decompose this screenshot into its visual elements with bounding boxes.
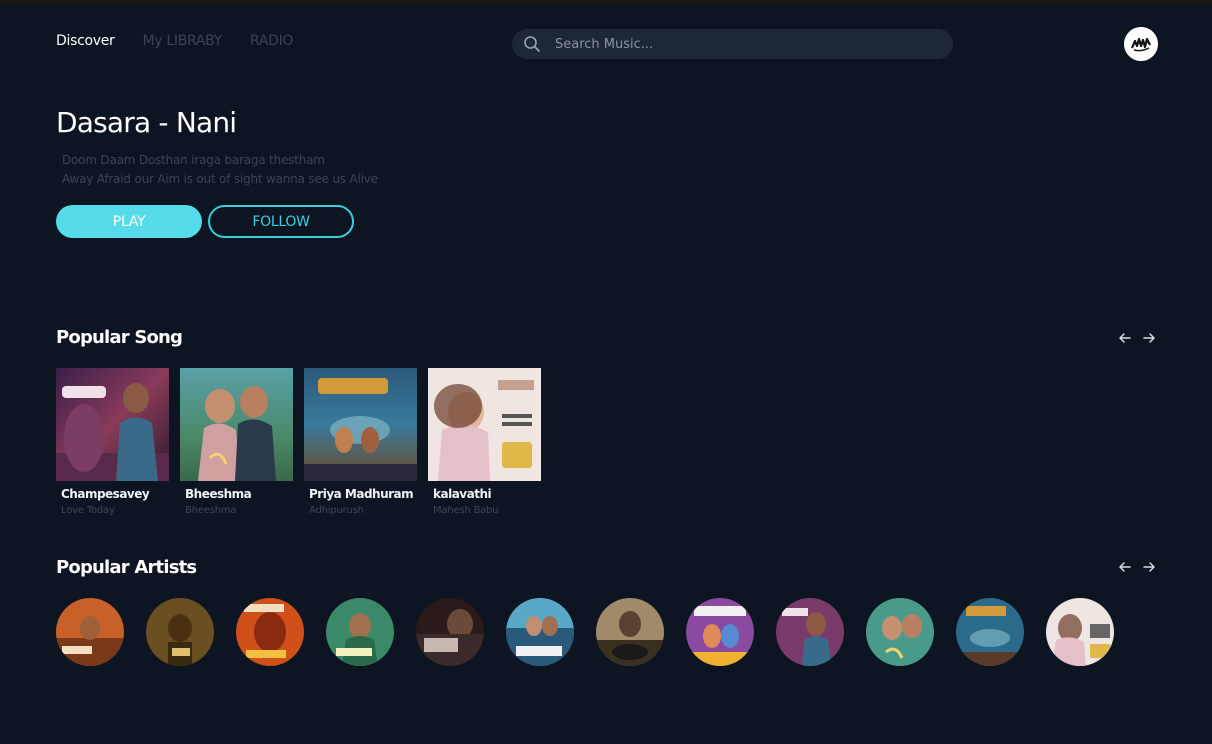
song-card[interactable]: Priya Madhuram Adhipurush (304, 368, 417, 516)
nav-my-library[interactable]: My LIBRABY (142, 33, 222, 49)
artist-avatar[interactable] (956, 598, 1024, 666)
search-bar[interactable] (512, 29, 953, 59)
artist-avatar[interactable] (776, 598, 844, 666)
song-title: Bheeshma (185, 487, 252, 501)
song-cover (428, 368, 541, 481)
song-artist: Mahesh Babu (433, 505, 499, 516)
user-avatar[interactable] (1124, 27, 1158, 61)
song-artist: Adhipurush (309, 505, 364, 516)
popular-artists-list (56, 598, 1114, 666)
arrow-left-icon[interactable] (1118, 331, 1132, 345)
main-nav: Discover My LIBRABY RADIO (56, 33, 293, 49)
popular-song-arrows (1118, 331, 1156, 345)
song-card[interactable]: Champesavey Love Today (56, 368, 169, 516)
hero-title: Dasara - Nani (56, 106, 237, 139)
nav-discover[interactable]: Discover (56, 33, 115, 49)
song-cover (304, 368, 417, 481)
artist-avatar[interactable] (596, 598, 664, 666)
artist-avatar[interactable] (506, 598, 574, 666)
song-title: kalavathi (433, 487, 492, 501)
artist-avatar[interactable] (146, 598, 214, 666)
popular-song-list: Champesavey Love Today Bheeshma Bheeshma (56, 368, 541, 516)
artist-avatar[interactable] (56, 598, 124, 666)
song-cover (56, 368, 169, 481)
song-card[interactable]: Bheeshma Bheeshma (180, 368, 293, 516)
hero-lyric-line-2: Away Afraid our Aim is out of sight wann… (62, 172, 378, 186)
song-artist: Love Today (61, 505, 115, 516)
artist-avatar[interactable] (1046, 598, 1114, 666)
top-border (0, 0, 1212, 5)
artist-avatar[interactable] (326, 598, 394, 666)
popular-artists-heading: Popular Artists (56, 557, 197, 578)
search-icon (523, 35, 541, 53)
artist-avatar[interactable] (686, 598, 754, 666)
arrow-right-icon[interactable] (1142, 331, 1156, 345)
artist-avatar[interactable] (866, 598, 934, 666)
nav-radio[interactable]: RADIO (250, 33, 293, 49)
song-title: Priya Madhuram (309, 487, 414, 501)
follow-button[interactable]: FOLLOW (208, 205, 354, 238)
arrow-right-icon[interactable] (1142, 560, 1156, 574)
song-card[interactable]: kalavathi Mahesh Babu (428, 368, 541, 516)
arrow-left-icon[interactable] (1118, 560, 1132, 574)
hero-lyric-line-1: Doom Daam Dosthan iraga baraga thestham (62, 153, 325, 167)
song-cover (180, 368, 293, 481)
artist-avatar[interactable] (416, 598, 484, 666)
search-input[interactable] (553, 35, 937, 53)
popular-song-heading: Popular Song (56, 327, 183, 348)
song-artist: Bheeshma (185, 505, 237, 516)
play-button[interactable]: PLAY (56, 205, 202, 238)
popular-artists-arrows (1118, 560, 1156, 574)
song-title: Champesavey (61, 487, 150, 501)
artist-avatar[interactable] (236, 598, 304, 666)
